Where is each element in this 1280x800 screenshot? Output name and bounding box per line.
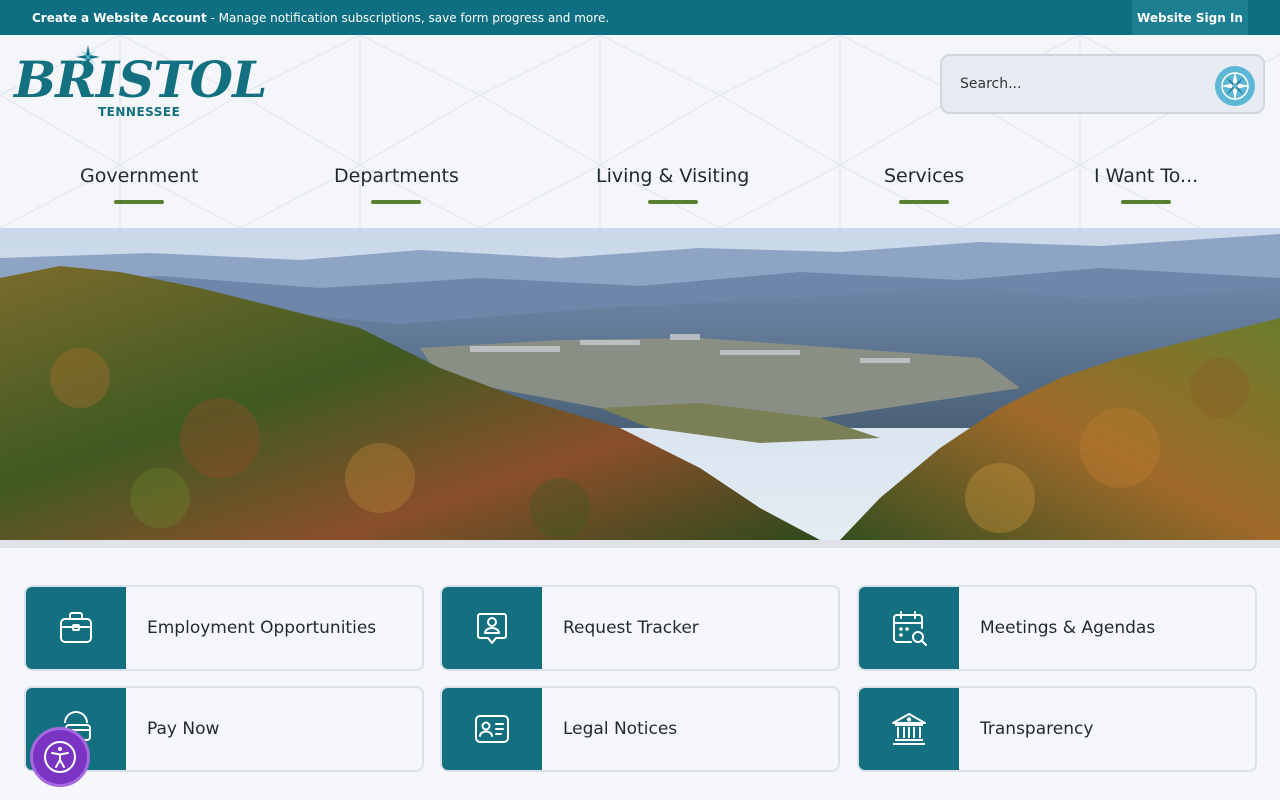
website-sign-in-button[interactable]: Website Sign In (1132, 0, 1248, 35)
nav-i-want-to[interactable]: I Want To... (1094, 165, 1198, 209)
quick-link-employment-opportunities[interactable]: Employment Opportunities (24, 585, 424, 671)
quick-link-legal-notices[interactable]: Legal Notices (440, 686, 840, 772)
quick-link-icon-tile (26, 587, 126, 669)
quick-link-label: Pay Now (147, 719, 220, 739)
quick-link-icon-tile (859, 688, 959, 770)
nav-living-visiting[interactable]: Living & Visiting (596, 165, 749, 209)
search-button[interactable] (1215, 66, 1255, 106)
quick-link-icon-tile (859, 587, 959, 669)
quick-link-label: Legal Notices (563, 719, 678, 739)
compass-star-icon (76, 45, 100, 69)
create-account-message[interactable]: Create a Website Account - Manage notifi… (32, 11, 609, 25)
nav-services[interactable]: Services (884, 165, 964, 209)
quick-link-icon-tile (442, 688, 542, 770)
bristol-logo[interactable]: BRISTOL TENNESSEE (14, 43, 267, 127)
quick-link-request-tracker[interactable]: Request Tracker (440, 585, 840, 671)
nav-underline (647, 200, 698, 204)
quick-link-label: Employment Opportunities (147, 618, 377, 638)
nav-label: Government (80, 165, 199, 187)
briefcase-icon (60, 612, 92, 643)
create-account-description: - Manage notification subscriptions, sav… (206, 10, 610, 25)
id-card-icon (475, 715, 509, 743)
search-input[interactable] (960, 76, 1200, 92)
person-badge-icon (477, 613, 507, 644)
quick-link-icon-tile (442, 587, 542, 669)
account-bar: Create a Website Account - Manage notifi… (0, 0, 1280, 35)
nav-underline (1121, 200, 1172, 204)
nav-underline (114, 200, 165, 204)
compass-search-icon (1220, 71, 1250, 101)
quick-link-label: Meetings & Agendas (980, 618, 1156, 638)
create-account-link[interactable]: Create a Website Account (32, 11, 207, 25)
government-building-icon (892, 713, 926, 745)
accessibility-button[interactable] (30, 727, 90, 787)
nav-label: Services (884, 165, 965, 187)
search-box (940, 54, 1265, 114)
site-header: BRISTOL TENNESSEE Government Departments (0, 35, 1280, 228)
nav-label: Departments (334, 165, 459, 187)
quick-link-label: Request Tracker (563, 618, 699, 638)
nav-government[interactable]: Government (80, 165, 199, 209)
nav-label: I Want To... (1094, 165, 1199, 187)
hero-landscape-image (0, 228, 1280, 540)
nav-label: Living & Visiting (596, 165, 750, 187)
quick-link-meetings-agendas[interactable]: Meetings & Agendas (857, 585, 1257, 671)
quick-link-transparency[interactable]: Transparency (857, 686, 1257, 772)
nav-underline (371, 200, 422, 204)
logo-state: TENNESSEE (98, 105, 181, 119)
hero-bottom-border (0, 540, 1280, 548)
main-navigation: Government Departments Living & Visiting… (0, 165, 1280, 215)
nav-underline (899, 200, 950, 204)
nav-departments[interactable]: Departments (334, 165, 459, 209)
accessibility-icon (44, 741, 76, 773)
calendar-search-icon (893, 611, 927, 646)
quick-link-label: Transparency (980, 719, 1094, 739)
